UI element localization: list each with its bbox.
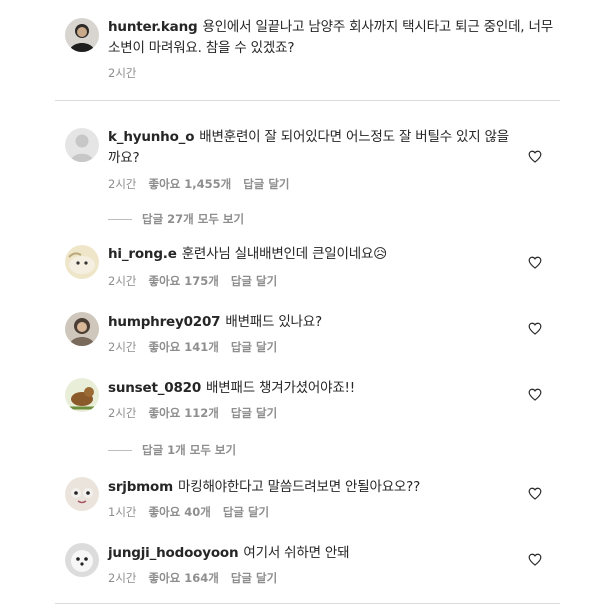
comment-username[interactable]: hi_rong.e xyxy=(108,246,177,262)
view-replies-label: 답글 27개 모두 보기 xyxy=(142,212,245,226)
comment-time: 1시간 xyxy=(108,505,137,519)
reply-button[interactable]: 답글 달기 xyxy=(231,340,277,354)
comment-username[interactable]: jungji_hodooyoon xyxy=(108,545,239,561)
avatar-k-hyunho-o[interactable] xyxy=(65,128,99,162)
view-replies-button[interactable]: 답글 27개 모두 보기 xyxy=(108,211,244,227)
heart-icon[interactable] xyxy=(528,388,542,401)
heart-icon[interactable] xyxy=(528,256,542,269)
heart-icon[interactable] xyxy=(528,487,542,500)
caption-meta: 2시간 xyxy=(108,65,148,81)
comment-likes[interactable]: 좋아요 164개 xyxy=(148,571,218,585)
heart-icon[interactable] xyxy=(528,322,542,335)
comment-meta: 2시간 좋아요 141개 답글 달기 xyxy=(108,339,289,355)
avatar-hunter-kang[interactable] xyxy=(65,18,99,52)
comment-meta: 2시간 좋아요 112개 답글 달기 xyxy=(108,405,289,421)
replies-dash xyxy=(108,450,132,451)
comment-body: 여기서 쉬하면 안돼 xyxy=(243,545,350,561)
comment-time: 2시간 xyxy=(108,177,137,191)
comment-body: 배변패드 있나요? xyxy=(225,314,322,330)
avatar-srjbmom[interactable] xyxy=(65,477,99,511)
comment-text: humphrey0207 배변패드 있나요? xyxy=(108,312,513,333)
comment-username[interactable]: srjbmom xyxy=(108,479,173,495)
comment-meta: 1시간 좋아요 40개 답글 달기 xyxy=(108,504,281,520)
comment-text: srjbmom 마킹해야한다고 말씀드려보면 안될아요오?? xyxy=(108,477,513,498)
comment-text: hi_rong.e 훈련사님 실내배변인데 큰일이네요😥 xyxy=(108,244,513,265)
comment-time: 2시간 xyxy=(108,571,137,585)
comment-username[interactable]: sunset_0820 xyxy=(108,380,201,396)
comment-body: 배변패드 챙겨가셨어야죠!! xyxy=(206,380,355,396)
avatar-humphrey0207[interactable] xyxy=(65,312,99,346)
divider-line xyxy=(55,100,560,101)
comment-time: 2시간 xyxy=(108,340,137,354)
heart-icon[interactable] xyxy=(528,150,542,163)
comment-body: 마킹해야한다고 말씀드려보면 안될아요오?? xyxy=(178,479,421,495)
comment-username[interactable]: k_hyunho_o xyxy=(108,129,194,145)
comment-time: 2시간 xyxy=(108,274,137,288)
divider-line xyxy=(55,603,560,604)
heart-icon[interactable] xyxy=(528,553,542,566)
reply-button[interactable]: 답글 달기 xyxy=(231,274,277,288)
avatar-hi-rong-e[interactable] xyxy=(65,245,99,279)
reply-button[interactable]: 답글 달기 xyxy=(223,505,269,519)
comment-meta: 2시간 좋아요 1,455개 답글 달기 xyxy=(108,176,302,192)
avatar-sunset-0820[interactable] xyxy=(65,378,99,412)
comment-likes[interactable]: 좋아요 112개 xyxy=(148,406,218,420)
comment-username[interactable]: humphrey0207 xyxy=(108,314,221,330)
comment-likes[interactable]: 좋아요 175개 xyxy=(148,274,218,288)
caption-text: hunter.kang 용인에서 일끝나고 남양주 회사까지 택시타고 퇴근 중인… xyxy=(108,17,563,59)
reply-button[interactable]: 답글 달기 xyxy=(231,406,277,420)
caption-time: 2시간 xyxy=(108,66,137,80)
comment-likes[interactable]: 좋아요 141개 xyxy=(148,340,218,354)
reply-button[interactable]: 답글 달기 xyxy=(231,571,277,585)
reply-button[interactable]: 답글 달기 xyxy=(243,177,289,191)
comment-text: k_hyunho_o 배변훈련이 잘 되어있다면 어느정도 잘 버틸수 있지 않을… xyxy=(108,127,513,169)
comment-meta: 2시간 좋아요 175개 답글 달기 xyxy=(108,273,289,289)
view-replies-label: 답글 1개 모두 보기 xyxy=(142,443,237,457)
comment-likes[interactable]: 좋아요 1,455개 xyxy=(148,177,231,191)
comment-text: sunset_0820 배변패드 챙겨가셨어야죠!! xyxy=(108,378,513,399)
comment-likes[interactable]: 좋아요 40개 xyxy=(148,505,210,519)
caption-username[interactable]: hunter.kang xyxy=(108,19,198,35)
comment-meta: 2시간 좋아요 164개 답글 달기 xyxy=(108,570,289,586)
avatar-jungji-hodooyoon[interactable] xyxy=(65,543,99,577)
view-replies-button[interactable]: 답글 1개 모두 보기 xyxy=(108,442,236,458)
comment-time: 2시간 xyxy=(108,406,137,420)
comment-text: jungji_hodooyoon 여기서 쉬하면 안돼 xyxy=(108,543,513,564)
comment-body: 훈련사님 실내배변인데 큰일이네요😥 xyxy=(181,246,388,262)
replies-dash xyxy=(108,219,132,220)
